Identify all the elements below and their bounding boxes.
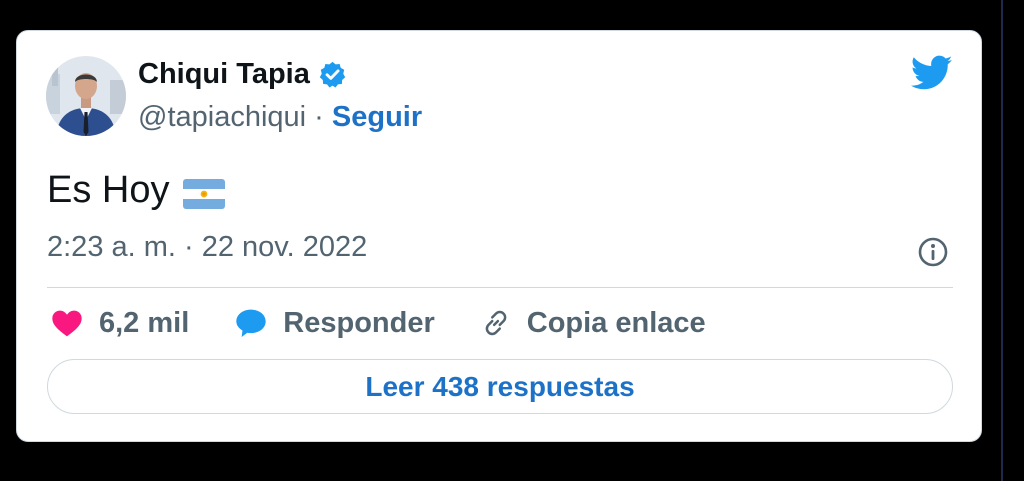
avatar-image <box>46 56 126 136</box>
speech-bubble-icon <box>236 309 266 337</box>
link-icon <box>485 310 507 336</box>
reply-label: Responder <box>283 306 435 339</box>
like-button[interactable]: 6,2 mil <box>51 307 189 340</box>
info-icon[interactable] <box>917 236 949 268</box>
tweet-embed-card: Chiqui Tapia @tapiachiqui · Seguir Es Ho… <box>16 30 982 442</box>
handle-separator: · <box>306 101 332 133</box>
tweet-text: Es Hoy <box>47 169 226 212</box>
tweet-body: Es Hoy <box>47 169 170 211</box>
copy-link-button[interactable]: Copia enlace <box>481 307 706 340</box>
argentina-flag-icon <box>183 176 226 209</box>
tweet-timestamp[interactable]: 2:23 a. m. · 22 nov. 2022 <box>47 231 367 264</box>
display-name[interactable]: Chiqui Tapia <box>138 58 310 91</box>
like-count: 6,2 mil <box>99 306 190 339</box>
follow-button[interactable]: Seguir <box>332 101 422 133</box>
avatar[interactable] <box>46 56 126 136</box>
author-handle[interactable]: @tapiachiqui <box>138 101 306 133</box>
author-name-row: Chiqui Tapia <box>138 55 347 93</box>
divider <box>47 287 953 288</box>
tweet-actions: 6,2 mil Responder Copia enlace <box>51 301 752 345</box>
copy-link-label: Copia enlace <box>526 306 706 339</box>
background-edge-line <box>1001 0 1003 481</box>
twitter-bird-icon[interactable] <box>910 55 953 91</box>
read-replies-label: Leer 438 respuestas <box>365 370 635 402</box>
read-replies-button[interactable]: Leer 438 respuestas <box>47 359 953 414</box>
verified-badge-icon <box>318 60 347 89</box>
handle-row: @tapiachiqui · Seguir <box>138 101 422 134</box>
heart-icon <box>52 310 82 337</box>
reply-button[interactable]: Responder <box>235 306 435 340</box>
